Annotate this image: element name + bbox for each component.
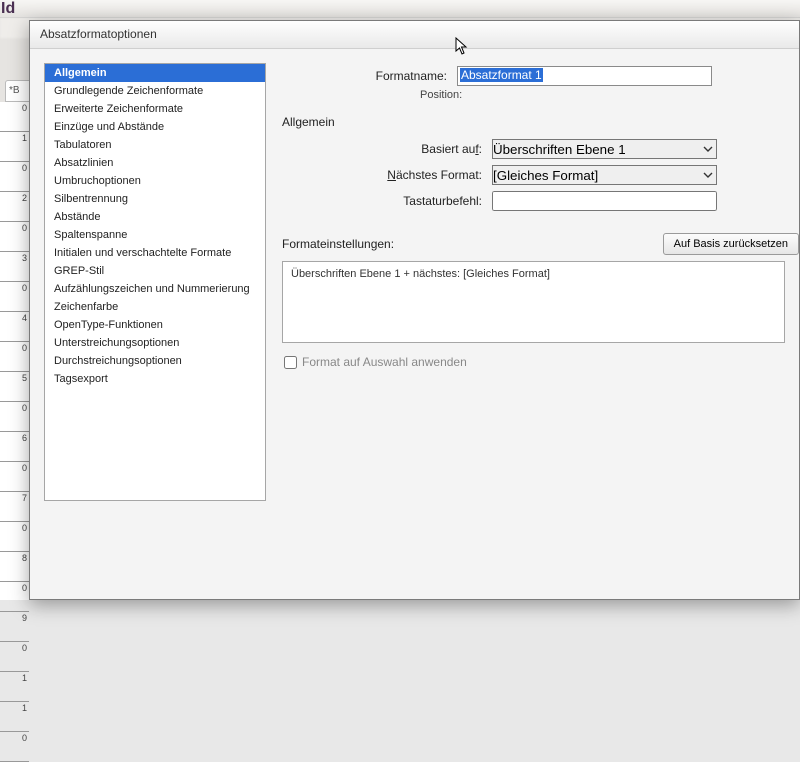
- sidebar-item[interactable]: GREP-Stil: [45, 262, 265, 280]
- section-heading: Allgemein: [282, 115, 799, 129]
- sidebar-item[interactable]: OpenType-Funktionen: [45, 316, 265, 334]
- sidebar-item[interactable]: Durchstreichungsoptionen: [45, 352, 265, 370]
- sidebar-item[interactable]: Unterstreichungsoptionen: [45, 334, 265, 352]
- sidebar-item[interactable]: Erweiterte Zeichenformate: [45, 100, 265, 118]
- category-listbox[interactable]: AllgemeinGrundlegende ZeichenformateErwe…: [44, 63, 266, 501]
- formatname-input[interactable]: [457, 66, 712, 86]
- next-style-select[interactable]: [Gleiches Format]: [492, 165, 717, 185]
- shortcut-input[interactable]: [492, 191, 717, 211]
- options-pane: Formatname: Absatzformat 1 Position: All…: [282, 63, 799, 585]
- settings-summary-box: Überschriften Ebene 1 + nächstes: [Gleic…: [282, 261, 785, 343]
- paragraph-style-options-dialog: Absatzformatoptionen AllgemeinGrundlegen…: [29, 20, 800, 600]
- sidebar-item[interactable]: Umbruchoptionen: [45, 172, 265, 190]
- ruler-vertical: 0102030405060708090110: [0, 102, 30, 600]
- apply-to-selection-label: Format auf Auswahl anwenden: [302, 355, 467, 369]
- settings-heading: Formateinstellungen:: [282, 237, 394, 251]
- sidebar-item[interactable]: Initialen und verschachtelte Formate: [45, 244, 265, 262]
- sidebar-item[interactable]: Silbentrennung: [45, 190, 265, 208]
- formatname-label: Formatname:: [282, 69, 457, 83]
- sidebar-item[interactable]: Aufzählungszeichen und Nummerierung: [45, 280, 265, 298]
- sidebar-item[interactable]: Zeichenfarbe: [45, 298, 265, 316]
- shortcut-label: Tastaturbefehl:: [282, 194, 492, 208]
- sidebar-item[interactable]: Absatzlinien: [45, 154, 265, 172]
- dialog-title: Absatzformatoptionen: [40, 27, 157, 41]
- reset-to-base-button[interactable]: Auf Basis zurücksetzen: [663, 233, 799, 255]
- sidebar-item[interactable]: Allgemein: [45, 64, 265, 82]
- sidebar-item[interactable]: Tabulatoren: [45, 136, 265, 154]
- position-label: Position:: [282, 89, 799, 101]
- apply-to-selection-row[interactable]: Format auf Auswahl anwenden: [284, 355, 799, 369]
- sidebar-item[interactable]: Abstände: [45, 208, 265, 226]
- app-logo: Id: [1, 0, 15, 18]
- next-style-label: Nächstes Format:: [282, 168, 492, 182]
- sidebar-item[interactable]: Grundlegende Zeichenformate: [45, 82, 265, 100]
- based-on-select[interactable]: Überschriften Ebene 1: [492, 139, 717, 159]
- sidebar-item[interactable]: Spaltenspanne: [45, 226, 265, 244]
- sidebar-item[interactable]: Tagsexport: [45, 370, 265, 388]
- settings-summary-text: Überschriften Ebene 1 + nächstes: [Gleic…: [291, 268, 550, 280]
- dialog-titlebar[interactable]: Absatzformatoptionen: [30, 21, 799, 49]
- sidebar-item[interactable]: Einzüge und Abstände: [45, 118, 265, 136]
- based-on-label: Basiert auf:: [282, 142, 492, 156]
- apply-to-selection-checkbox[interactable]: [284, 356, 297, 369]
